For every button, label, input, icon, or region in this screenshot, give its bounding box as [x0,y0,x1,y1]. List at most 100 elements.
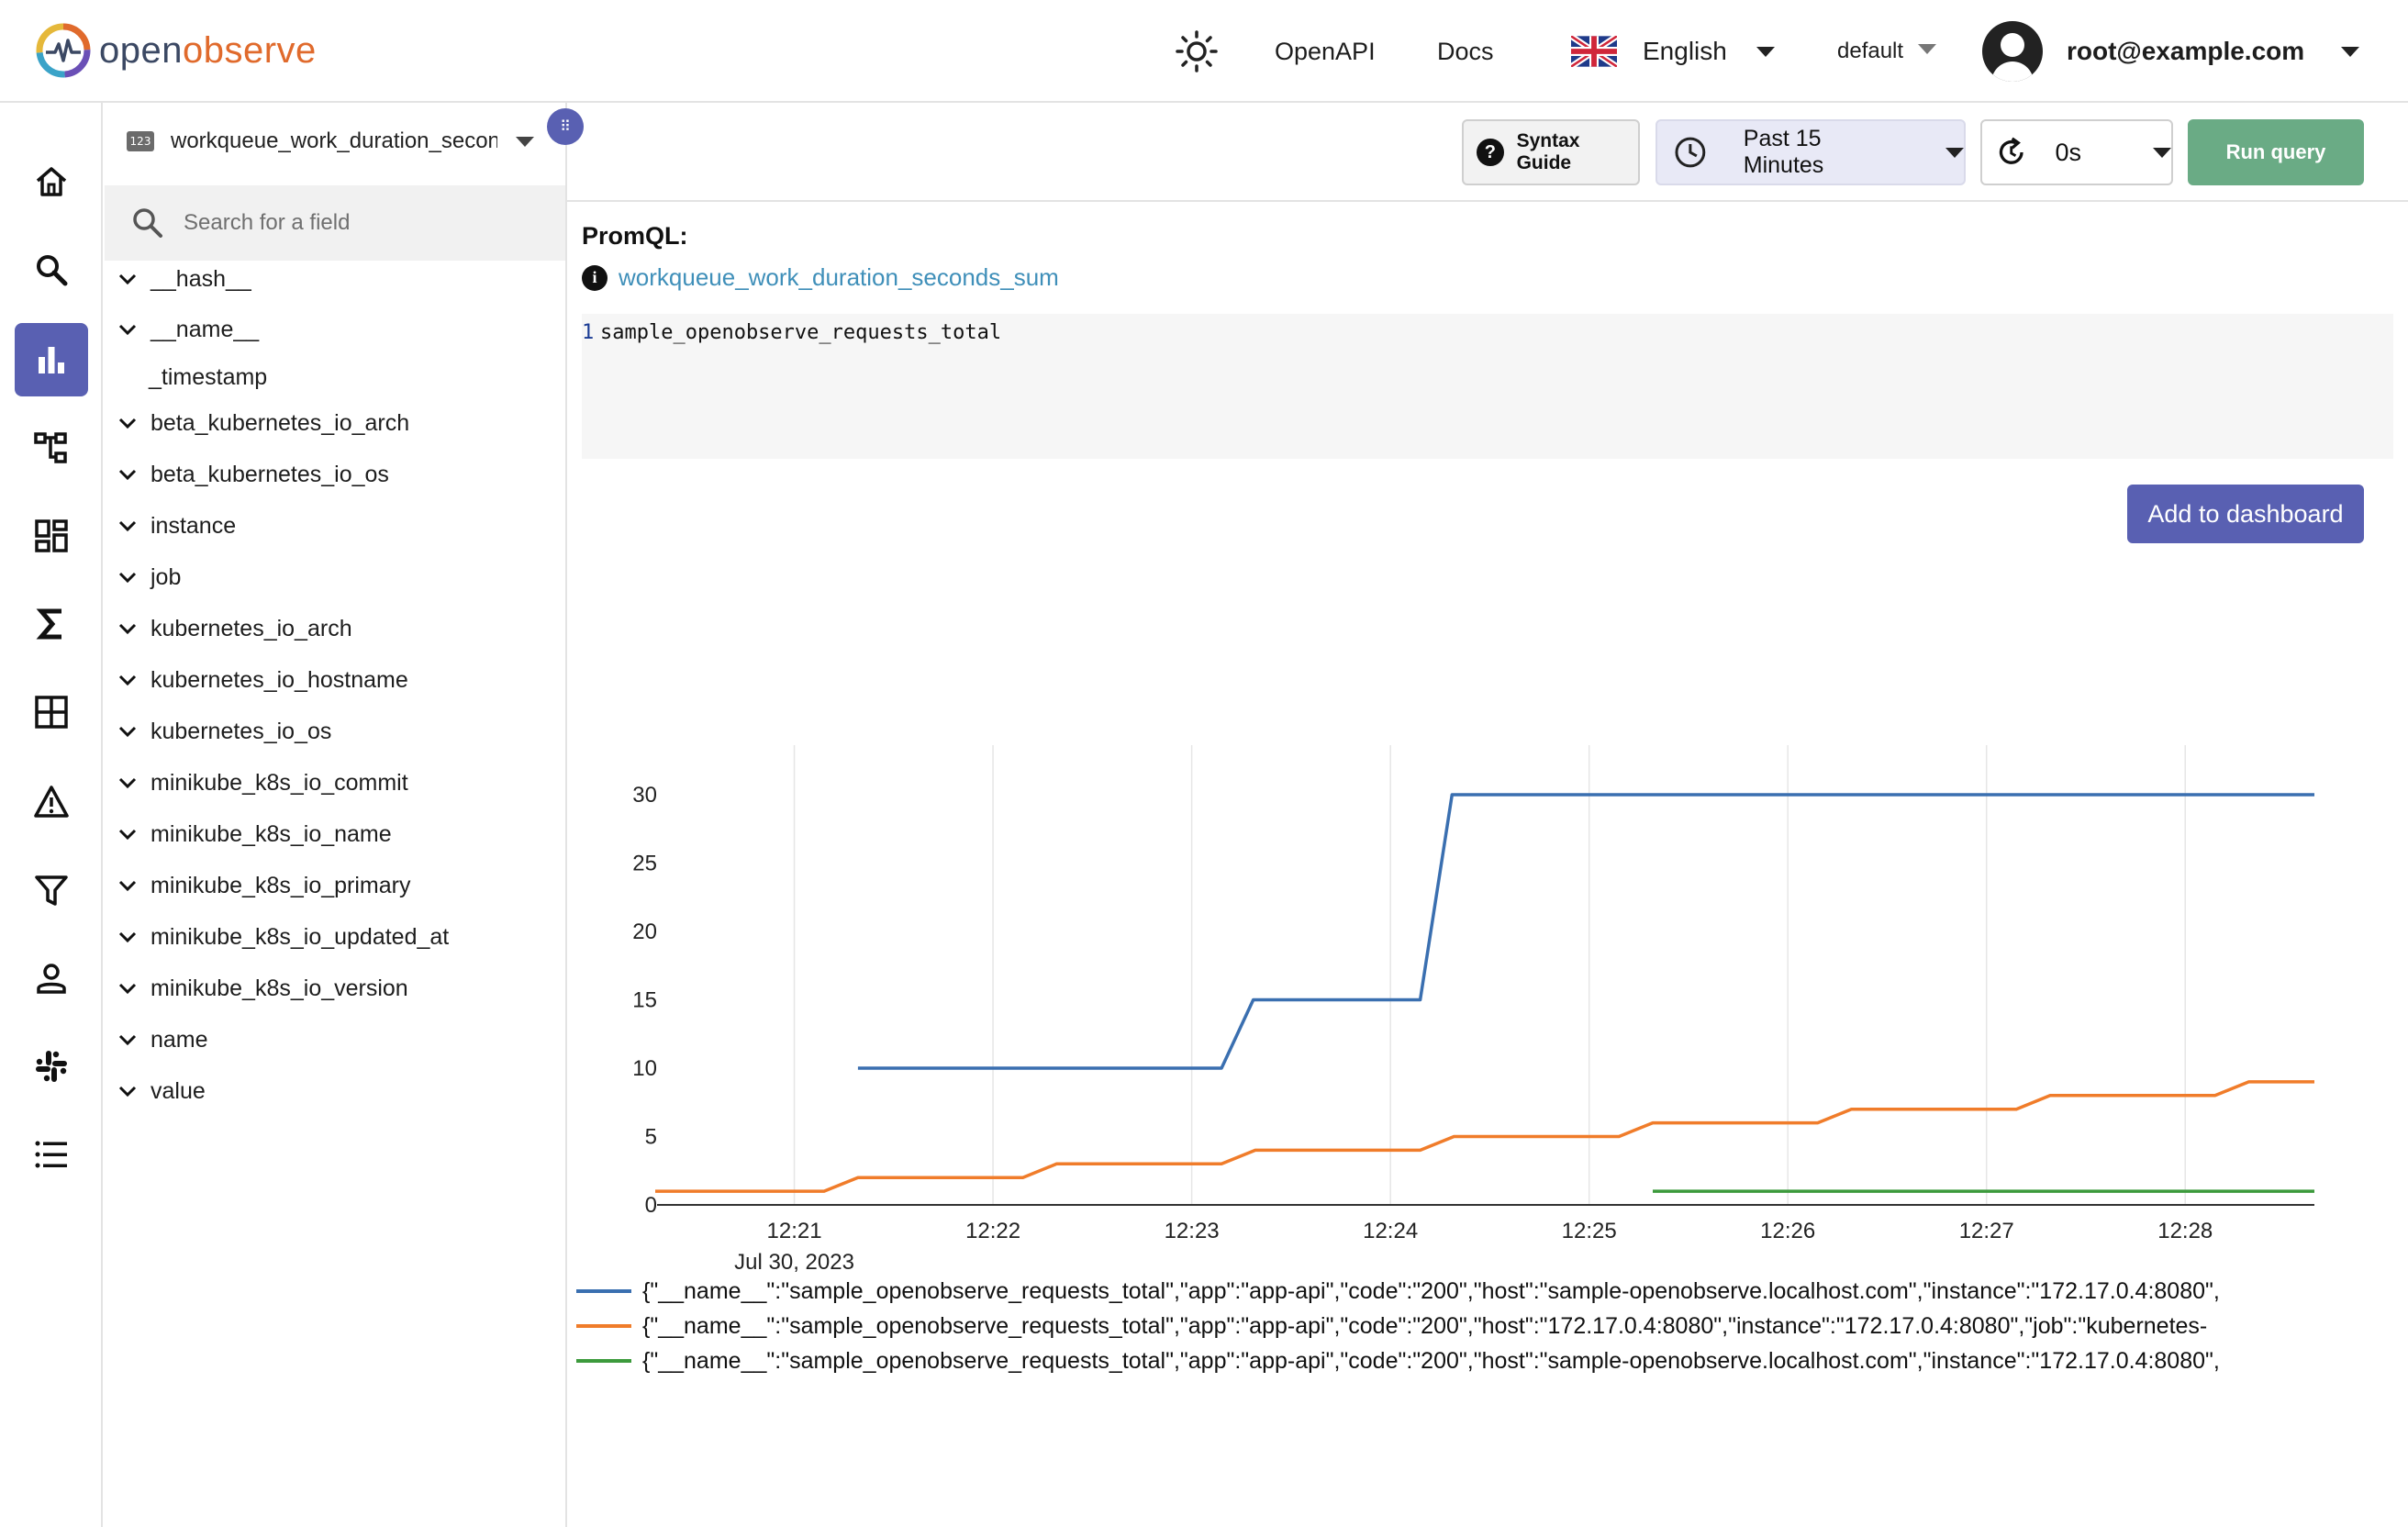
nav-functions[interactable] [15,587,88,661]
field-name: minikube_k8s_io_version [150,975,408,1001]
logo-text: openobserve [99,29,317,71]
chevron-down-icon [118,1086,137,1098]
org-label: default [1837,39,1904,63]
field-item[interactable]: minikube_k8s_io_updated_at [103,919,449,955]
metric-name: workqueue_work_duration_seconds_sum [619,263,1059,291]
query-editor[interactable]: 1 sample_openobserve_requests_total [582,314,2393,459]
series-line [857,793,2314,1070]
field-item[interactable]: beta_kubernetes_io_arch [103,405,409,441]
auto-refresh-selector[interactable]: 0s [1980,119,2173,185]
chevron-down-icon [118,273,137,285]
nav-search[interactable] [15,233,88,307]
query-toolbar: ? Syntax Guide Past 15 Minutes 0s Run qu… [567,103,2408,202]
stream-name: workqueue_work_duration_seconds_sum [171,128,497,153]
metrics-icon [39,347,64,373]
field-item[interactable]: kubernetes_io_os [103,713,331,750]
x-tick-label: 12:28 [2157,1219,2213,1243]
field-item[interactable]: _timestamp [103,359,267,396]
openapi-link[interactable]: OpenAPI [1275,0,1376,103]
y-tick-label: 5 [645,1125,657,1150]
nav-home[interactable] [15,145,88,218]
field-item[interactable]: job [103,559,181,596]
help-icon: ? [1477,139,1504,166]
field-item[interactable]: __hash__ [103,261,251,297]
chevron-down-icon [118,880,137,892]
logo-mark-icon [36,23,91,78]
time-range-label: Past 15 Minutes [1743,126,1824,178]
field-item[interactable]: kubernetes_io_arch [103,610,352,647]
stream-type-badge: 123 [127,131,154,151]
language-label: English [1643,37,1727,65]
add-to-dashboard-button[interactable]: Add to dashboard [2127,485,2364,543]
field-name: kubernetes_io_arch [150,615,352,641]
x-tick-label: 12:24 [1363,1219,1418,1243]
chevron-down-icon [118,777,137,789]
time-range-picker[interactable]: Past 15 Minutes [1656,119,1966,185]
avatar [1982,21,2043,82]
field-item[interactable]: minikube_k8s_io_version [103,970,408,1007]
nav-about[interactable] [15,1118,88,1191]
field-name: _timestamp [149,363,268,390]
nav-slack[interactable] [15,1030,88,1103]
users-icon [37,964,66,994]
field-item[interactable]: instance [103,507,236,544]
syntax-guide-button[interactable]: ? Syntax Guide [1462,119,1640,185]
field-item[interactable]: minikube_k8s_io_name [103,816,392,853]
docs-link[interactable]: Docs [1437,0,1494,103]
field-search-input[interactable] [184,210,532,236]
user-menu[interactable]: root@example.com [1982,0,2360,103]
theme-toggle-button[interactable] [1175,0,1219,103]
field-name: minikube_k8s_io_updated_at [150,923,450,950]
query-code: sample_openobserve_requests_total [600,321,1002,344]
openobserve-logo[interactable]: openobserve [35,20,317,81]
run-query-button[interactable]: Run query [2188,119,2364,185]
functions-icon [36,608,61,640]
field-item[interactable]: value [103,1073,206,1109]
nav-traces[interactable] [15,411,88,485]
metric-info-link[interactable]: i workqueue_work_duration_seconds_sum [582,263,1059,292]
nav-dashboards[interactable] [15,499,88,573]
y-tick-label: 30 [632,783,657,808]
search-icon [133,208,162,238]
chevron-down-icon [118,726,137,738]
field-name: minikube_k8s_io_commit [150,769,408,796]
chevron-down-icon [118,674,137,686]
sun-icon [1176,30,1218,72]
syntax-guide-label: Syntax Guide [1516,130,1580,173]
field-name: __hash__ [150,265,251,292]
field-name: minikube_k8s_io_name [150,820,392,847]
field-name: kubernetes_io_hostname [150,666,408,693]
field-item[interactable]: minikube_k8s_io_primary [103,867,410,904]
y-tick-label: 20 [632,920,657,944]
list-icon [35,1141,67,1168]
chevron-down-icon [1756,46,1775,57]
field-name: __name__ [150,316,260,342]
nav-alerts[interactable] [15,765,88,839]
nav-users[interactable] [15,942,88,1015]
nav-metrics[interactable] [15,323,88,396]
field-name: kubernetes_io_os [150,718,332,744]
x-date-label: Jul 30, 2023 [734,1250,854,1275]
top-header: openobserve OpenAPI Docs English default [0,0,2408,103]
nav-ingestion[interactable] [15,853,88,927]
field-item[interactable]: beta_kubernetes_io_os [103,456,389,493]
field-item[interactable]: name [103,1021,208,1058]
x-tick-label: 12:23 [1165,1219,1220,1243]
uk-flag-icon [1571,36,1617,67]
nav-streams[interactable] [15,675,88,749]
streams-icon [35,696,68,729]
y-tick-label: 10 [632,1056,657,1081]
field-item[interactable]: kubernetes_io_hostname [103,662,408,698]
home-icon [36,167,67,196]
stream-selector[interactable]: 123 workqueue_work_duration_seconds_sum [103,103,565,180]
field-item[interactable]: __name__ [103,311,259,348]
panel-resize-handle[interactable]: ⠿ [547,108,584,145]
legend-label: {"__name__":"sample_openobserve_requests… [642,1348,2220,1374]
org-selector[interactable]: default [1837,0,1937,103]
left-nav [0,103,103,1527]
field-item[interactable]: minikube_k8s_io_commit [103,764,408,801]
legend-label: {"__name__":"sample_openobserve_requests… [642,1278,2220,1304]
clock-icon [1675,137,1706,168]
y-tick-label: 0 [645,1193,657,1218]
language-selector[interactable]: English [1571,0,1775,103]
